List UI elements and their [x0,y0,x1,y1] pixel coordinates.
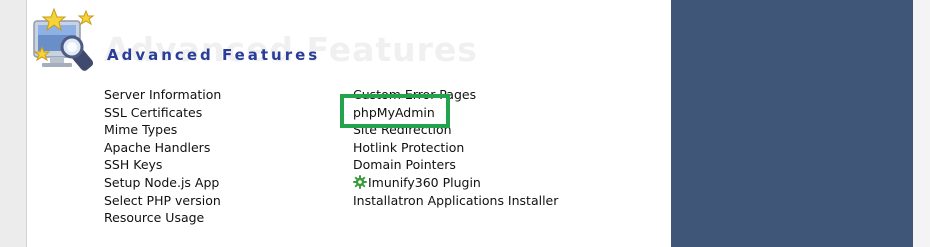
link-select-php-version[interactable]: Select PHP version [104,192,221,210]
highlight-box [340,94,450,128]
feature-list-left: Server Information SSL Certificates Mime… [104,86,221,227]
advanced-features-icon [33,7,95,71]
link-installatron-installer[interactable]: Installatron Applications Installer [353,192,558,210]
link-mime-types[interactable]: Mime Types [104,121,221,139]
link-ssh-keys[interactable]: SSH Keys [104,156,221,174]
section-title: Advanced Features [107,46,321,64]
link-setup-nodejs-app[interactable]: Setup Node.js App [104,174,221,192]
link-hotlink-protection[interactable]: Hotlink Protection [353,139,558,157]
link-apache-handlers[interactable]: Apache Handlers [104,139,221,157]
link-imunify360-plugin-label: Imunify360 Plugin [368,174,481,190]
link-resource-usage[interactable]: Resource Usage [104,209,221,227]
side-panel [671,0,913,247]
link-domain-pointers[interactable]: Domain Pointers [353,156,558,174]
gear-icon [353,175,367,189]
link-server-information[interactable]: Server Information [104,86,221,104]
scroll-edge [913,0,930,247]
link-ssl-certificates[interactable]: SSL Certificates [104,104,221,122]
link-imunify360-plugin[interactable]: Imunify360 Plugin [352,174,558,192]
page: Advanced Features Advanced Features Serv… [0,0,930,247]
